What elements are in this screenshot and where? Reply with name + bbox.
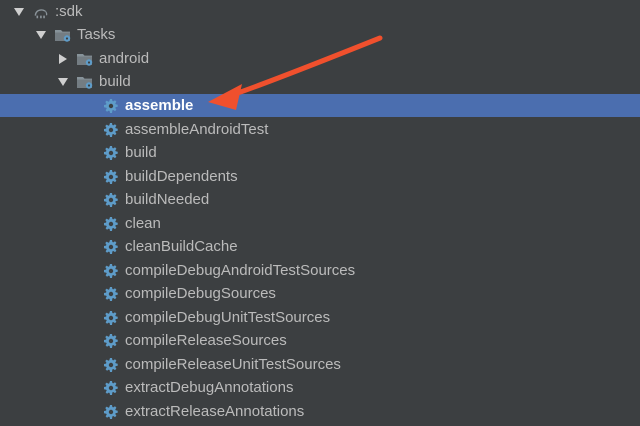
task-item-compiledebugsources[interactable]: compileDebugSources [0, 282, 640, 305]
tree-node-build-group[interactable]: build [0, 70, 640, 93]
task-item-compilereleaseunittestsources[interactable]: compileReleaseUnitTestSources [0, 353, 640, 376]
gear-icon [102, 310, 120, 326]
tree-node-label: build [99, 73, 131, 90]
task-item-compiledebugunittestsources[interactable]: compileDebugUnitTestSources [0, 306, 640, 329]
gear-icon [102, 192, 120, 208]
task-item-extractreleaseannotations[interactable]: extractReleaseAnnotations [0, 400, 640, 423]
task-label: assemble [125, 97, 194, 114]
gear-icon [102, 239, 120, 255]
task-item-extractdebugannotations[interactable]: extractDebugAnnotations [0, 376, 640, 399]
task-label: clean [125, 215, 161, 232]
tree-node-android[interactable]: android [0, 47, 640, 70]
chevron-down-icon[interactable] [12, 5, 26, 19]
task-label: buildNeeded [125, 191, 210, 208]
task-item-build[interactable]: build [0, 141, 640, 164]
gear-icon [102, 145, 120, 161]
tree-node-label: Tasks [77, 26, 116, 43]
tree-node-tasks[interactable]: Tasks [0, 23, 640, 46]
gear-icon [102, 216, 120, 232]
tree-node-sdk[interactable]: :sdk [0, 0, 640, 23]
gear-icon [102, 263, 120, 279]
tree-node-label: android [99, 50, 150, 67]
task-item-compilereleasesources[interactable]: compileReleaseSources [0, 329, 640, 352]
task-label: assembleAndroidTest [125, 121, 269, 138]
task-folder-icon [76, 74, 94, 90]
task-item-cleanbuildcache[interactable]: cleanBuildCache [0, 235, 640, 258]
task-item-assemble[interactable]: assemble [0, 94, 640, 117]
task-item-compiledebugandroidtestsources[interactable]: compileDebugAndroidTestSources [0, 259, 640, 282]
task-folder-icon [76, 51, 94, 67]
gradle-task-tree: :sdk Tasks android build assemble assemb… [0, 0, 640, 426]
task-label: extractDebugAnnotations [125, 379, 294, 396]
chevron-right-icon[interactable] [56, 52, 70, 66]
gear-icon [102, 98, 120, 114]
gear-icon [102, 404, 120, 420]
task-label: compileDebugUnitTestSources [125, 309, 331, 326]
gear-icon [102, 333, 120, 349]
task-label: compileDebugAndroidTestSources [125, 262, 356, 279]
task-item-buildneeded[interactable]: buildNeeded [0, 188, 640, 211]
gear-icon [102, 380, 120, 396]
task-label: extractReleaseAnnotations [125, 403, 305, 420]
task-label: cleanBuildCache [125, 238, 238, 255]
gear-icon [102, 122, 120, 138]
chevron-down-icon[interactable] [56, 75, 70, 89]
task-label: buildDependents [125, 168, 238, 185]
task-label: compileDebugSources [125, 285, 276, 302]
task-item-builddependents[interactable]: buildDependents [0, 165, 640, 188]
tree-node-label: :sdk [55, 3, 83, 20]
gear-icon [102, 169, 120, 185]
gear-icon [102, 357, 120, 373]
chevron-down-icon[interactable] [34, 28, 48, 42]
task-label: build [125, 144, 157, 161]
task-item-clean[interactable]: clean [0, 212, 640, 235]
task-item-assembleandroidtest[interactable]: assembleAndroidTest [0, 118, 640, 141]
task-label: compileReleaseUnitTestSources [125, 356, 341, 373]
task-label: compileReleaseSources [125, 332, 287, 349]
gear-icon [102, 286, 120, 302]
elephant-gradle-icon [32, 4, 50, 20]
task-folder-icon [54, 27, 72, 43]
